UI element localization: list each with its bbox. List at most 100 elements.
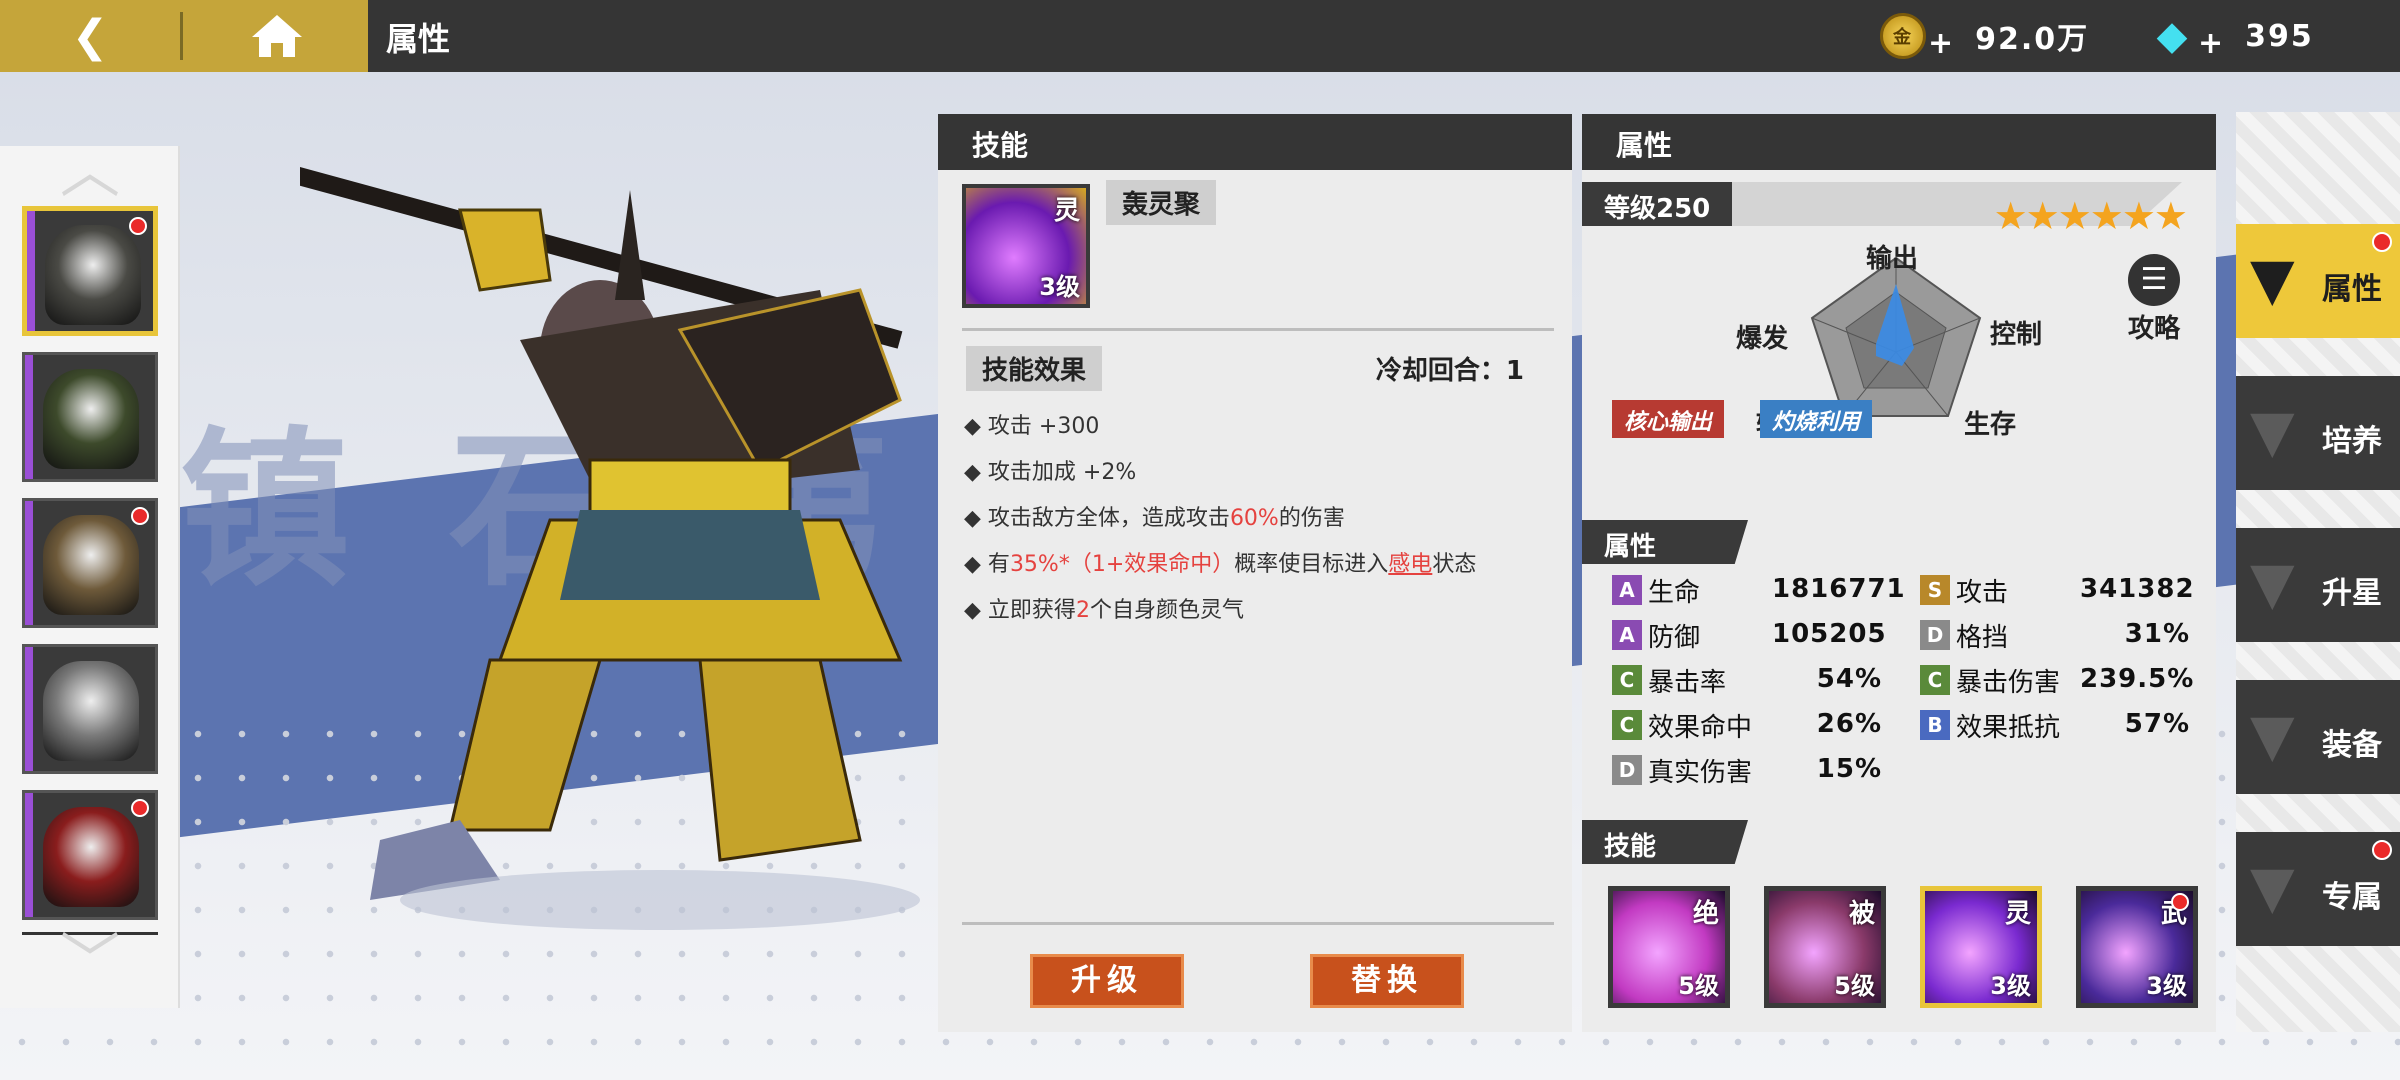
rarity-bar: [25, 647, 33, 771]
home-button[interactable]: [186, 0, 368, 72]
guide-icon[interactable]: ☰: [2128, 254, 2180, 306]
grade-badge: A: [1612, 575, 1642, 605]
gold-currency: 金 + 92.0万: [1880, 12, 2090, 61]
skill-effect-line: ◆ 攻击敌方全体，造成攻击60%的伤害: [964, 500, 1345, 532]
skill-type-glyph: 灵: [1053, 196, 1080, 226]
side-tab[interactable]: ▼ 培养: [2236, 376, 2400, 490]
grade-badge: B: [1920, 710, 1950, 740]
attribute-label: 暴击伤害: [1956, 667, 2061, 698]
hero-portrait[interactable]: [22, 790, 158, 920]
hero-character-model[interactable]: [300, 140, 960, 940]
skill-effect-line: ◆ 攻击加成 +2%: [964, 454, 1136, 486]
skill-name: 轰灵聚: [1106, 180, 1217, 225]
back-arrow-icon: ❮: [71, 10, 109, 62]
page-title: 属性: [386, 20, 451, 58]
side-tab[interactable]: ▼ 升星: [2236, 528, 2400, 642]
notification-dot: [2372, 840, 2392, 860]
attribute-value: 31%: [2124, 619, 2190, 649]
attribute-label: 攻击: [1956, 577, 2009, 608]
hero-avatar: [43, 515, 139, 615]
notification-dot: [131, 799, 149, 817]
tab-emblem-icon: ▼: [2250, 397, 2295, 465]
skill-slot[interactable]: 绝 5级: [1608, 886, 1730, 1008]
attribute-panel-header: 属性: [1582, 114, 2216, 170]
attribute-label: 暴击率: [1648, 667, 1727, 698]
hero-avatar: [43, 807, 139, 907]
effect-text: 攻击加成 +2%: [987, 460, 1137, 485]
scroll-down-icon[interactable]: ﹀: [40, 932, 140, 992]
hero-avatar: [43, 369, 139, 469]
side-tab[interactable]: ▼ 属性: [2236, 224, 2400, 338]
skill-slot[interactable]: 被 5级: [1764, 886, 1886, 1008]
effect-text: 立即获得: [987, 598, 1076, 623]
notification-dot: [129, 217, 147, 235]
upgrade-button[interactable]: 升级: [1030, 954, 1184, 1008]
skill-effect-line: ◆ 攻击 +300: [964, 408, 1099, 440]
skill-level: 3级: [1990, 972, 2031, 1000]
bullet-icon: ◆: [964, 414, 988, 439]
grade-badge: D: [1920, 620, 1950, 650]
effect-text: 35%*（1+效果命中）: [1009, 552, 1235, 577]
skill-type-glyph: 灵: [2004, 899, 2031, 929]
hero-portrait[interactable]: [22, 498, 158, 628]
attribute-label: 生命: [1648, 577, 1701, 608]
gem-currency: ◆ + 395: [2150, 12, 2314, 61]
hero-portrait[interactable]: [22, 206, 158, 336]
side-tab-label: 培养: [2322, 424, 2382, 459]
effect-text: 个自身颜色灵气: [1089, 598, 1244, 623]
role-badge-core-output: 核心输出: [1612, 400, 1725, 438]
attribute-value: 1816771: [1772, 574, 1906, 604]
side-tab-label: 升星: [2322, 576, 2382, 611]
rarity-bar: [25, 355, 33, 479]
effect-text: 的伤害: [1278, 506, 1345, 531]
divider: [180, 12, 183, 60]
grade-badge: C: [1920, 665, 1950, 695]
grade-badge: C: [1612, 665, 1642, 695]
attribute-label: 真实伤害: [1648, 757, 1753, 788]
skill-effect-line: ◆ 立即获得2个自身颜色灵气: [964, 592, 1244, 624]
bullet-icon: ◆: [964, 506, 988, 531]
gold-coin-icon: 金: [1880, 13, 1926, 59]
gem-value: 395: [2245, 18, 2314, 54]
radar-label-output: 输出: [1866, 244, 1919, 274]
attribute-row: A 生命: [1612, 572, 1700, 608]
skill-panel-header: 技能: [938, 114, 1572, 170]
notification-dot: [131, 507, 149, 525]
skill-detail-panel: 技能 灵 3级 轰灵聚 技能效果 冷却回合：1 ◆ 攻击 +300 ◆ 攻击加成 …: [938, 114, 1572, 1032]
back-button[interactable]: ❮: [0, 0, 180, 72]
skill-level: 5级: [1678, 972, 1719, 1000]
skill-slot[interactable]: 武 3级: [2076, 886, 2198, 1008]
attribute-row: B 效果抵抗: [1920, 707, 2060, 743]
effect-text: 状态: [1432, 552, 1477, 577]
skill-slot[interactable]: 灵 3级: [1920, 886, 2042, 1008]
attribute-value: 57%: [2124, 709, 2190, 739]
skill-icon[interactable]: 灵 3级: [962, 184, 1090, 308]
add-gold-button[interactable]: +: [1928, 26, 1955, 61]
add-gem-button[interactable]: +: [2198, 26, 2225, 61]
skill-level: 5级: [1834, 972, 1875, 1000]
rarity-bar: [27, 211, 35, 331]
attribute-row: C 暴击伤害: [1920, 662, 2060, 698]
hero-portrait[interactable]: [22, 644, 158, 774]
skills-title: 技能: [1582, 820, 1748, 864]
attribute-row: S 攻击: [1920, 572, 2008, 608]
hero-portrait[interactable]: [22, 352, 158, 482]
replace-button[interactable]: 替换: [1310, 954, 1464, 1008]
guide-label[interactable]: 攻略: [2128, 308, 2180, 345]
radar-chart: [1810, 256, 1982, 417]
attribute-value: 26%: [1816, 709, 1882, 739]
attribute-label: 格挡: [1956, 622, 2009, 653]
bullet-icon: ◆: [964, 460, 988, 485]
effect-text: 概率使目标进入: [1234, 552, 1389, 577]
attribute-label: 防御: [1648, 622, 1701, 653]
radar-label-burst: 爆发: [1736, 324, 1789, 354]
attribute-value: 54%: [1816, 664, 1882, 694]
side-tab[interactable]: ▼ 装备: [2236, 680, 2400, 794]
effect-text: 感电: [1388, 552, 1433, 577]
gold-value: 92.0万: [1975, 22, 2090, 57]
hero-level: 等级250: [1604, 194, 1711, 224]
scroll-up-icon[interactable]: ︿: [40, 142, 140, 202]
side-tab[interactable]: ▼ 专属: [2236, 832, 2400, 946]
grade-badge: A: [1612, 620, 1642, 650]
notification-dot: [2372, 232, 2392, 252]
